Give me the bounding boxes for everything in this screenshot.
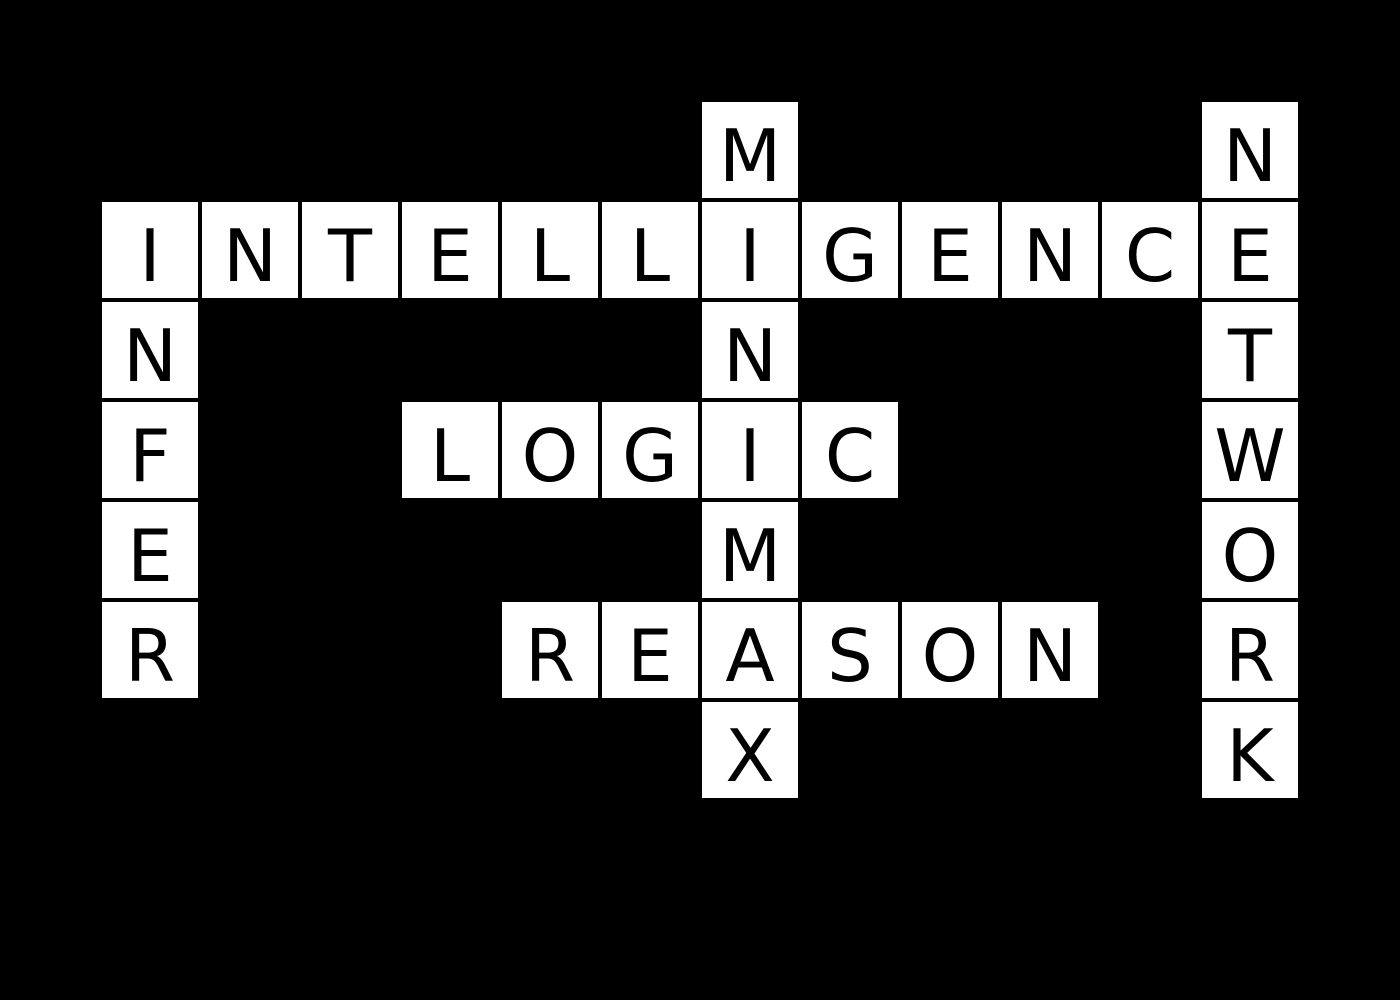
crossword-letter: E bbox=[627, 614, 673, 698]
crossword-letter: N bbox=[723, 314, 777, 398]
crossword-letter: E bbox=[927, 214, 973, 298]
crossword-letter: G bbox=[622, 414, 678, 498]
crossword-cell[interactable]: I bbox=[102, 202, 198, 298]
crossword-letter: O bbox=[1221, 514, 1279, 598]
crossword-cell[interactable]: E bbox=[602, 602, 698, 698]
crossword-board: INTELLIGENCELOGICREASONNFERMNMXNTWORK bbox=[0, 0, 1400, 1000]
crossword-letter: N bbox=[1223, 114, 1277, 198]
crossword-cell[interactable]: G bbox=[802, 202, 898, 298]
crossword-cell[interactable]: C bbox=[802, 402, 898, 498]
crossword-letter: L bbox=[529, 214, 571, 298]
crossword-cell[interactable]: W bbox=[1202, 402, 1298, 498]
crossword-cell[interactable]: K bbox=[1202, 702, 1298, 798]
crossword-cell[interactable]: L bbox=[602, 202, 698, 298]
crossword-cell[interactable]: F bbox=[102, 402, 198, 498]
crossword-letter: M bbox=[718, 514, 782, 598]
crossword-letter: R bbox=[524, 614, 576, 698]
crossword-cell[interactable]: X bbox=[702, 702, 798, 798]
crossword-letter: W bbox=[1214, 414, 1286, 498]
crossword-cell[interactable]: S bbox=[802, 602, 898, 698]
crossword-letter: E bbox=[1227, 214, 1273, 298]
crossword-letter: I bbox=[139, 214, 161, 298]
crossword-letter: N bbox=[1023, 214, 1077, 298]
crossword-cell[interactable]: N bbox=[1002, 602, 1098, 698]
crossword-cell[interactable]: T bbox=[1202, 302, 1298, 398]
crossword-cell[interactable]: O bbox=[502, 402, 598, 498]
crossword-letter: T bbox=[328, 214, 372, 298]
crossword-cell[interactable]: T bbox=[302, 202, 398, 298]
crossword-cell[interactable]: L bbox=[402, 402, 498, 498]
crossword-cell[interactable]: E bbox=[902, 202, 998, 298]
crossword-cell[interactable]: M bbox=[702, 502, 798, 598]
crossword-letter: O bbox=[521, 414, 579, 498]
crossword-letter: X bbox=[725, 714, 775, 798]
crossword-letter: I bbox=[739, 214, 761, 298]
crossword-cell[interactable]: R bbox=[502, 602, 598, 698]
crossword-letter: I bbox=[739, 414, 761, 498]
crossword-letter: M bbox=[718, 114, 782, 198]
crossword-letter: E bbox=[127, 514, 173, 598]
crossword-cell[interactable]: R bbox=[1202, 602, 1298, 698]
crossword-cell[interactable]: C bbox=[1102, 202, 1198, 298]
crossword-cell[interactable]: N bbox=[202, 202, 298, 298]
crossword-cell[interactable]: N bbox=[102, 302, 198, 398]
crossword-letter: K bbox=[1226, 714, 1274, 798]
crossword-cell[interactable]: E bbox=[102, 502, 198, 598]
crossword-cell[interactable]: E bbox=[402, 202, 498, 298]
crossword-letter: O bbox=[921, 614, 979, 698]
crossword-cell[interactable]: I bbox=[702, 402, 798, 498]
crossword-cell[interactable]: R bbox=[102, 602, 198, 698]
crossword-letter: T bbox=[1228, 314, 1272, 398]
crossword-letter: N bbox=[1023, 614, 1077, 698]
crossword-letter: A bbox=[725, 614, 775, 698]
crossword-cell[interactable]: O bbox=[1202, 502, 1298, 598]
crossword-letter: R bbox=[1224, 614, 1276, 698]
crossword-letter: C bbox=[824, 414, 876, 498]
crossword-cell[interactable]: E bbox=[1202, 202, 1298, 298]
crossword-cell[interactable]: I bbox=[702, 202, 798, 298]
crossword-cell[interactable]: M bbox=[702, 102, 798, 198]
crossword-letter: N bbox=[123, 314, 177, 398]
crossword-cell[interactable]: A bbox=[702, 602, 798, 698]
crossword-letter: S bbox=[827, 614, 873, 698]
crossword-cell[interactable]: N bbox=[1202, 102, 1298, 198]
crossword-cell[interactable]: O bbox=[902, 602, 998, 698]
crossword-cell[interactable]: G bbox=[602, 402, 698, 498]
crossword-letter: G bbox=[822, 214, 878, 298]
crossword-cell[interactable]: N bbox=[1002, 202, 1098, 298]
crossword-letter: L bbox=[429, 414, 471, 498]
crossword-letter: R bbox=[124, 614, 176, 698]
crossword-cell[interactable]: N bbox=[702, 302, 798, 398]
crossword-letter: E bbox=[427, 214, 473, 298]
crossword-letter: N bbox=[223, 214, 277, 298]
crossword-letter: C bbox=[1124, 214, 1176, 298]
crossword-cell[interactable]: L bbox=[502, 202, 598, 298]
crossword-letter: F bbox=[129, 414, 171, 498]
crossword-letter: L bbox=[629, 214, 671, 298]
